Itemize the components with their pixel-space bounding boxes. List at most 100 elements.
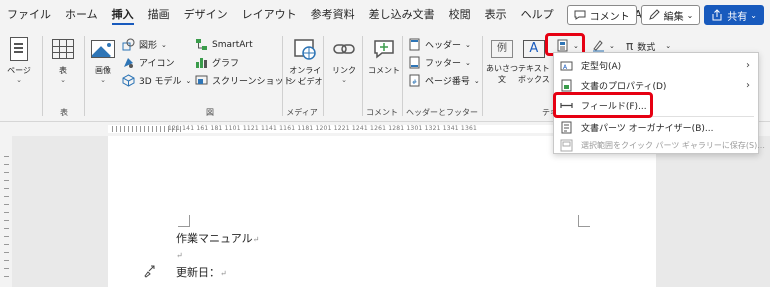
image-button[interactable]: 画像 ⌄	[90, 36, 116, 84]
comment-button[interactable]: コメント	[566, 5, 637, 25]
smartart-button[interactable]: SmartArt	[195, 38, 253, 51]
tab-design[interactable]: デザイン	[177, 0, 235, 30]
greeting-icon: 例	[491, 40, 513, 58]
shapes-label: 図形	[139, 41, 158, 51]
screenshot-icon	[195, 74, 208, 87]
divider	[402, 36, 403, 116]
tab-mailings[interactable]: 差し込み文書	[362, 0, 442, 30]
menu-item-label: 定型句(A)	[581, 61, 622, 72]
icons-icon	[122, 56, 135, 69]
header-icon	[408, 38, 421, 51]
smartart-label: SmartArt	[212, 39, 253, 50]
menu-item-label: 文書パーツ オーガナイザー(B)...	[581, 123, 714, 134]
menu-item-autotext[interactable]: A 定型句(A) ›	[554, 55, 758, 75]
screenshot-label: スクリーンショット	[212, 77, 293, 87]
equation-button[interactable]: π 数式 ⌄	[626, 39, 671, 53]
paragraph-mark: ↵	[252, 235, 260, 244]
chevron-down-icon: ⌄	[341, 76, 347, 84]
tab-references[interactable]: 参考資料	[304, 0, 362, 30]
margin-corner-right	[578, 215, 590, 227]
page-button[interactable]: ページ ⌄	[6, 36, 32, 84]
chart-button[interactable]: グラフ	[195, 56, 239, 69]
link-icon	[331, 36, 357, 62]
margin-corner-left	[178, 215, 190, 227]
greeting-label-1: あいさつ	[486, 64, 518, 73]
pencil-icon	[648, 8, 661, 22]
comment-group-label: コメント	[366, 108, 398, 117]
screenshot-button[interactable]: スクリーンショット ⌄	[195, 74, 302, 87]
smartart-icon	[195, 38, 208, 51]
save-selection-icon	[560, 139, 573, 152]
bar-chart-icon	[195, 56, 208, 69]
header-label: ヘッダー	[425, 41, 462, 51]
divider	[482, 36, 483, 116]
document-update-date[interactable]: 更新日：↵	[176, 264, 227, 280]
online-video-button[interactable]: オンライ ン ビデオ	[288, 36, 323, 87]
document-title-text: 作業マニュアル	[176, 232, 253, 245]
chevron-right-icon: ›	[746, 79, 750, 91]
menu-item-building-blocks-organizer[interactable]: 文書パーツ オーガナイザー(B)...	[554, 117, 758, 137]
icons-label: アイコン	[139, 59, 175, 69]
footer-label: フッター	[425, 59, 462, 69]
table-icon	[50, 36, 76, 62]
textbox-label-2: ボックス	[518, 75, 550, 84]
3d-model-button[interactable]: 3D モデル ⌄	[122, 74, 191, 87]
chevron-down-icon: ⌄	[609, 41, 615, 50]
equation-label: 数式	[637, 42, 656, 53]
icons-button[interactable]: アイコン	[122, 56, 175, 69]
page-number-button[interactable]: # ページ番号 ⌄	[408, 74, 480, 87]
tab-help[interactable]: ヘルプ	[514, 0, 561, 30]
document-blank-line[interactable]: ↵	[176, 248, 183, 261]
add-comment-icon	[371, 36, 397, 62]
paragraph-mark: ↵	[220, 269, 227, 278]
share-icon	[711, 8, 724, 22]
document-page[interactable]: 作業マニュアル↵ ↵ 更新日：↵	[108, 136, 656, 287]
footer-icon	[408, 56, 421, 69]
tab-review[interactable]: 校閲	[442, 0, 478, 30]
chart-label: グラフ	[212, 59, 240, 69]
new-comment-button[interactable]: コメント	[368, 36, 400, 76]
menu-item-label: 文書のプロパティ(D)	[581, 81, 667, 92]
share-button[interactable]: 共有 ⌄	[704, 5, 764, 25]
divider	[42, 36, 43, 116]
document-property-icon	[560, 79, 573, 92]
pi-icon: π	[626, 39, 634, 53]
table-button[interactable]: 表 ⌄	[50, 36, 76, 84]
chevron-down-icon: ⌄	[750, 10, 757, 20]
page-number-label: ページ番号	[425, 77, 470, 87]
field-item-highlight	[553, 92, 653, 118]
cube-icon	[122, 74, 135, 87]
edit-mode-button[interactable]: 編集 ⌄	[640, 5, 701, 25]
table-group-label: 表	[60, 108, 68, 117]
chevron-down-icon: ⌄	[465, 58, 471, 67]
menu-item-label: 選択範囲をクイック パーツ ギャラリーに保存(S)...	[581, 140, 765, 150]
shapes-icon	[122, 38, 135, 51]
media-group-label: メディア	[286, 108, 318, 117]
chevron-down-icon: ⌄	[686, 10, 694, 20]
vertical-ruler[interactable]	[0, 136, 12, 287]
divider	[84, 36, 85, 116]
tab-view[interactable]: 表示	[478, 0, 514, 30]
edit-mode-label: 編集	[663, 11, 684, 23]
table-button-label: 表	[59, 66, 67, 75]
document-title[interactable]: 作業マニュアル↵	[176, 230, 259, 246]
tab-layout[interactable]: レイアウト	[235, 0, 304, 30]
greeting-button[interactable]: 例 あいさつ 文	[486, 36, 518, 85]
signature-icon	[592, 39, 605, 52]
chevron-down-icon: ⌄	[665, 42, 672, 50]
link-button[interactable]: リンク ⌄	[331, 36, 357, 84]
divider	[282, 36, 283, 116]
ruler-ticks	[4, 156, 9, 281]
greeting-label-2: 文	[498, 75, 506, 84]
comment-button-label: コメント	[589, 11, 630, 23]
3d-model-label: 3D モデル	[139, 77, 182, 87]
tab-home[interactable]: ホーム	[58, 0, 105, 30]
signature-line-button[interactable]: ⌄	[592, 39, 615, 52]
tab-insert[interactable]: 挿入	[105, 0, 141, 30]
header-button[interactable]: ヘッダー ⌄	[408, 38, 471, 51]
tab-file[interactable]: ファイル	[0, 0, 58, 30]
shapes-button[interactable]: 図形 ⌄	[122, 38, 167, 51]
footer-button[interactable]: フッター ⌄	[408, 56, 471, 69]
menu-item-save-selection[interactable]: 選択範囲をクイック パーツ ギャラリーに保存(S)...	[554, 135, 765, 155]
tab-draw[interactable]: 描画	[141, 0, 177, 30]
